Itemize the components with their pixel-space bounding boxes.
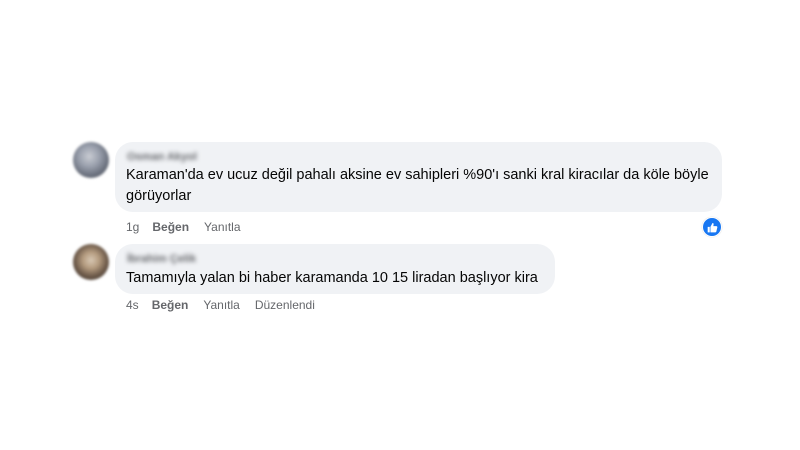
thumbs-up-glyph	[707, 222, 717, 232]
reply-button[interactable]: Yanıtla	[203, 298, 239, 312]
avatar[interactable]	[73, 142, 109, 178]
comment-thread: Osman Akyol Karaman'da ev ucuz değil pah…	[0, 0, 800, 450]
edited-label: Düzenlendi	[254, 298, 315, 312]
comment-author[interactable]: İbrahim Çelik	[127, 253, 196, 265]
comment-bubble: İbrahim Çelik Tamamıyla yalan bi haber k…	[115, 244, 555, 294]
like-button[interactable]: Beğen	[152, 298, 189, 312]
comment-actions: 1g Beğen Yanıtla	[126, 220, 256, 234]
avatar[interactable]	[73, 244, 109, 280]
reply-button[interactable]: Yanıtla	[204, 220, 240, 234]
comment-actions: 4s Beğen Yanıtla Düzenlendi	[126, 298, 330, 312]
comment-timestamp[interactable]: 1g	[126, 220, 139, 234]
comment-text: Karaman'da ev ucuz değil pahalı aksine e…	[126, 167, 709, 204]
comment-timestamp[interactable]: 4s	[126, 298, 139, 312]
thumbs-up-icon[interactable]	[702, 217, 722, 237]
comment-text: Tamamıyla yalan bi haber karamanda 10 15…	[126, 270, 538, 286]
comment-bubble: Osman Akyol Karaman'da ev ucuz değil pah…	[115, 142, 722, 212]
comment-author[interactable]: Osman Akyol	[127, 151, 197, 163]
like-button[interactable]: Beğen	[152, 220, 189, 234]
